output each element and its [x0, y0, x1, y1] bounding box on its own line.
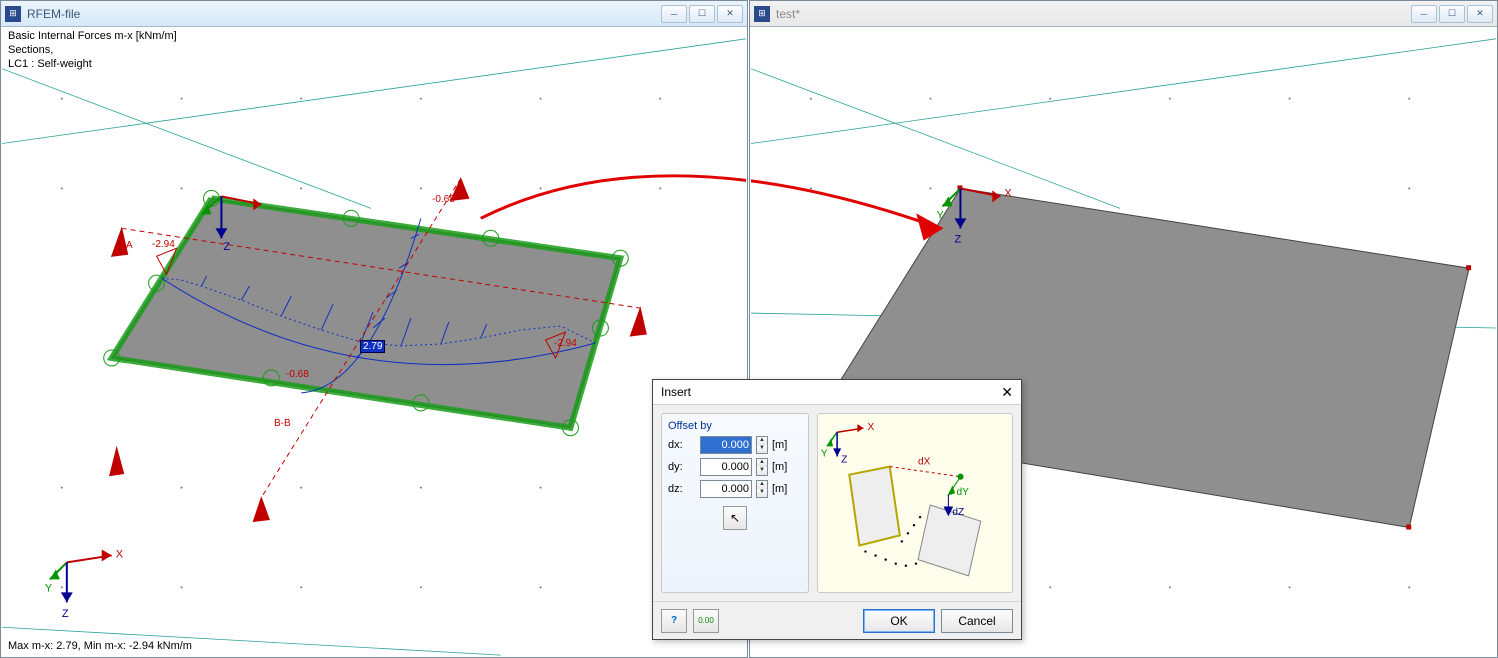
svg-text:dY: dY [956, 487, 969, 498]
svg-text:dZ: dZ [952, 507, 964, 518]
dz-label: dz: [668, 483, 696, 495]
dz-unit: [m] [772, 483, 787, 495]
dz-input[interactable] [700, 480, 752, 498]
cancel-button[interactable]: Cancel [941, 609, 1013, 633]
dx-input[interactable] [700, 436, 752, 454]
svg-text:Z: Z [841, 455, 847, 466]
dialog-title: Insert [661, 385, 691, 399]
dx-label: dx: [668, 439, 696, 451]
window-controls: ─ ☐ ✕ [1411, 5, 1493, 23]
svg-text:Y: Y [821, 448, 828, 459]
dy-spinner[interactable]: ▲▼ [756, 458, 768, 476]
svg-text:Z: Z [954, 233, 961, 245]
help-icon: ? [671, 615, 677, 626]
window-controls: ─ ☐ ✕ [661, 5, 743, 23]
section-label-bb: B-B [274, 418, 291, 429]
value-neg294-right: -2.94 [554, 338, 577, 349]
cursor-icon: ↖ [730, 511, 740, 525]
minimize-button[interactable]: ─ [661, 5, 687, 23]
dialog-body: Offset by dx: ▲▼ [m] dy: ▲▼ [m] dz: ▲▼ [… [653, 405, 1021, 601]
dy-label: dy: [668, 461, 696, 473]
left-title: RFEM-file [27, 7, 661, 21]
offset-row-dx: dx: ▲▼ [m] [668, 436, 802, 454]
left-titlebar[interactable]: ⊞ RFEM-file ─ ☐ ✕ [1, 1, 747, 27]
offset-illustration: X Y Z dX dY dZ [817, 413, 1013, 593]
offset-row-dz: dz: ▲▼ [m] [668, 480, 802, 498]
offset-fieldset: Offset by dx: ▲▼ [m] dy: ▲▼ [m] dz: ▲▼ [… [661, 413, 809, 593]
dz-spinner[interactable]: ▲▼ [756, 480, 768, 498]
right-titlebar[interactable]: ⊞ test* ─ ☐ ✕ [750, 1, 1497, 27]
dx-spinner[interactable]: ▲▼ [756, 436, 768, 454]
pick-point-button[interactable]: ↖ [723, 506, 747, 530]
value-neg068-left: -0.68 [286, 369, 309, 380]
offset-row-dy: dy: ▲▼ [m] [668, 458, 802, 476]
svg-text:Y: Y [937, 209, 945, 221]
section-label-aa: A-A [116, 240, 133, 251]
close-button[interactable]: ✕ [717, 5, 743, 23]
dy-input[interactable] [700, 458, 752, 476]
app-icon: ⊞ [754, 6, 770, 22]
maximize-button[interactable]: ☐ [689, 5, 715, 23]
insert-dialog: Insert ✕ Offset by dx: ▲▼ [m] dy: ▲▼ [m]… [652, 379, 1022, 640]
svg-text:X: X [116, 548, 124, 560]
dialog-titlebar[interactable]: Insert ✕ [653, 380, 1021, 405]
units-button[interactable]: 0.00 [693, 609, 719, 633]
maximize-button[interactable]: ☐ [1439, 5, 1465, 23]
left-window: ⊞ RFEM-file ─ ☐ ✕ Basic Internal Forces … [0, 0, 748, 658]
svg-text:X: X [1004, 187, 1012, 199]
left-viewport[interactable]: Basic Internal Forces m-x [kNm/m] Sectio… [2, 28, 746, 656]
svg-text:X: X [867, 422, 874, 433]
svg-text:Z: Z [62, 608, 69, 620]
dx-unit: [m] [772, 439, 787, 451]
svg-text:Z: Z [223, 241, 230, 253]
right-title: test* [776, 7, 1411, 21]
minimize-button[interactable]: ─ [1411, 5, 1437, 23]
app-icon: ⊞ [5, 6, 21, 22]
units-icon: 0.00 [698, 616, 714, 625]
value-279-center: 2.79 [360, 340, 385, 353]
offset-legend: Offset by [668, 420, 802, 432]
value-neg294-left: -2.94 [152, 239, 175, 250]
svg-text:Y: Y [45, 582, 53, 594]
dy-unit: [m] [772, 461, 787, 473]
close-button[interactable]: ✕ [1467, 5, 1493, 23]
dialog-close-icon[interactable]: ✕ [1001, 384, 1013, 401]
ok-button[interactable]: OK [863, 609, 935, 633]
help-button[interactable]: ? [661, 609, 687, 633]
dialog-footer: ? 0.00 OK Cancel [653, 601, 1021, 639]
svg-text:dX: dX [918, 457, 931, 468]
value-neg068-top: -0.68 [432, 194, 455, 205]
